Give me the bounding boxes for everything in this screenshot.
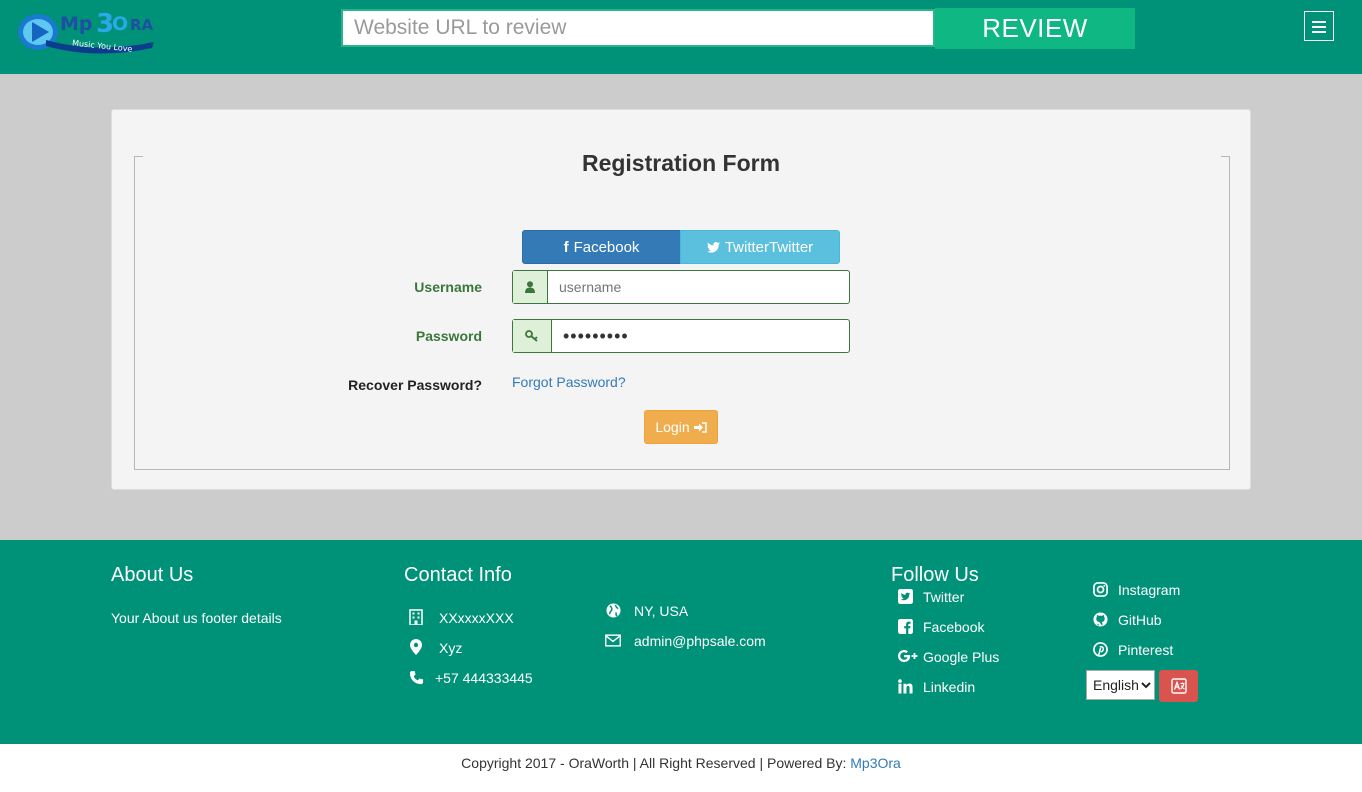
login-button[interactable]: Login [644, 410, 718, 444]
footer-pinterest-link[interactable]: Pinterest [1118, 642, 1173, 658]
username-field-group [512, 270, 850, 304]
facebook-icon: f [563, 238, 569, 256]
footer: About Us Your About us footer details Co… [0, 540, 1362, 744]
powered-by-link[interactable]: Mp3Ora [850, 755, 901, 771]
contact-phone: +57 444333445 [435, 670, 533, 686]
form-title: Registration Form [581, 150, 781, 176]
password-field-group [512, 319, 850, 353]
follow-us-heading: Follow Us [891, 564, 979, 586]
about-us-text: Your About us footer details [111, 610, 282, 626]
footer-instagram-link[interactable]: Instagram [1118, 582, 1180, 598]
username-input[interactable] [548, 271, 849, 303]
contact-location: NY, USA [634, 603, 689, 619]
instagram-icon [1092, 581, 1108, 597]
sign-in-icon [693, 421, 707, 433]
url-review-input[interactable] [341, 9, 935, 47]
phone-icon [408, 669, 424, 685]
copyright-bar: Copyright 2017 - OraWorth | All Right Re… [0, 744, 1362, 792]
language-select[interactable]: English [1086, 670, 1155, 700]
contact-address: Xyz [439, 640, 463, 656]
translate-button[interactable] [1159, 670, 1198, 702]
envelope-icon [605, 632, 621, 648]
linkedin-icon [897, 678, 913, 694]
svg-text:O: O [112, 13, 128, 35]
twitter-icon [706, 241, 720, 253]
hamburger-menu-icon[interactable] [1304, 11, 1334, 41]
review-button[interactable]: REVIEW [935, 8, 1135, 49]
contact-email-link[interactable]: admin@phpsale.com [634, 633, 766, 649]
header-bar: Mp 3 O RA Music You Love REVIEW [0, 0, 1362, 74]
github-icon [1092, 611, 1108, 627]
footer-github-link[interactable]: GitHub [1118, 612, 1162, 628]
twitter-square-icon [897, 588, 913, 604]
password-input[interactable] [552, 320, 849, 352]
footer-twitter-link[interactable]: Twitter [923, 589, 964, 605]
footer-google-plus-link[interactable]: Google Plus [923, 649, 999, 665]
twitter-login-button[interactable]: TwitterTwitter [680, 230, 840, 264]
recover-password-label: Recover Password? [348, 377, 482, 393]
svg-text:RA: RA [130, 16, 154, 34]
globe-icon [605, 602, 621, 618]
footer-linkedin-link[interactable]: Linkedin [923, 679, 975, 695]
map-marker-icon [408, 639, 424, 655]
contact-info-heading: Contact Info [404, 564, 512, 586]
svg-text:Mp: Mp [60, 13, 93, 35]
user-icon [513, 271, 548, 303]
footer-facebook-link[interactable]: Facebook [923, 619, 984, 635]
key-icon [513, 320, 552, 352]
facebook-login-button[interactable]: f Facebook [522, 230, 681, 264]
google-plus-icon [897, 648, 919, 664]
translate-icon [1170, 678, 1187, 694]
username-label: Username [414, 279, 482, 295]
forgot-password-link[interactable]: Forgot Password? [512, 374, 626, 390]
facebook-square-icon [897, 618, 913, 634]
copyright-text: Copyright 2017 - OraWorth | All Right Re… [461, 755, 851, 771]
site-logo[interactable]: Mp 3 O RA Music You Love [16, 4, 158, 56]
pinterest-icon [1092, 641, 1108, 657]
password-label: Password [415, 328, 482, 344]
contact-company: XXxxxxXXX [439, 610, 514, 626]
about-us-heading: About Us [111, 564, 194, 586]
building-icon [408, 609, 424, 625]
